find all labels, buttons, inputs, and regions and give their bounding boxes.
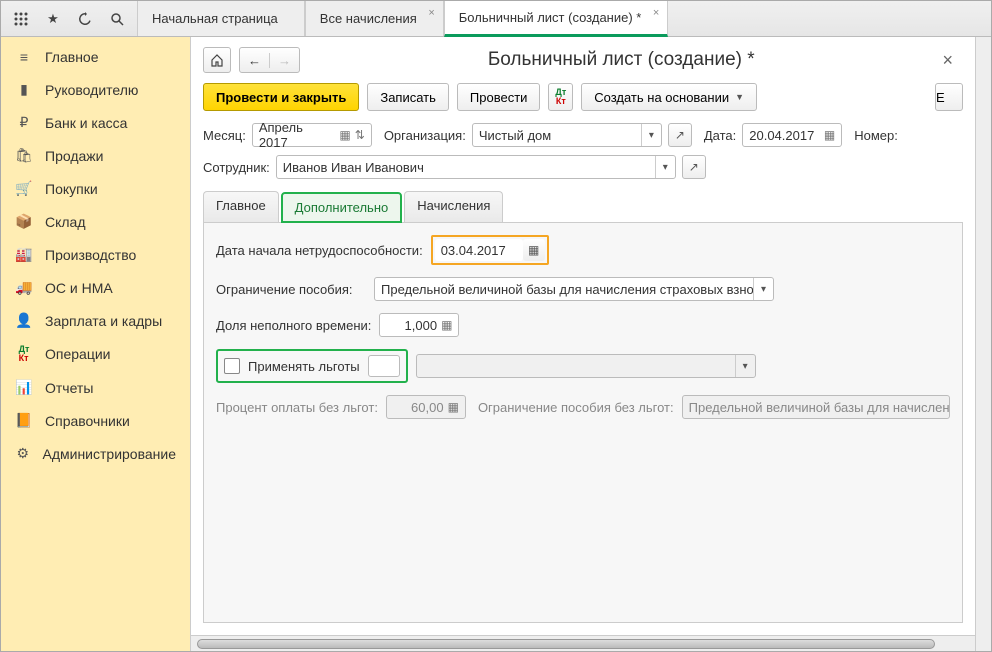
sidebar-item-bank[interactable]: ₽Банк и касса (1, 106, 190, 139)
calendar-icon[interactable]: ▦ (339, 128, 350, 142)
parttime-input[interactable]: 1,000▦ (379, 313, 459, 337)
factory-icon: 🏭 (15, 246, 33, 263)
sidebar-item-purchases[interactable]: 🛒Покупки (1, 172, 190, 205)
form-tabs: Главное Дополнительно Начисления (203, 191, 963, 223)
vertical-scrollbar[interactable] (975, 37, 991, 651)
number-label: Номер: (854, 128, 898, 143)
sidebar: ≡Главное ▮Руководителю ₽Банк и касса 🛍Пр… (1, 37, 191, 651)
close-icon[interactable]: × (428, 7, 434, 19)
benefit-code-input[interactable] (368, 355, 400, 377)
disability-start-label: Дата начала нетрудоспособности: (216, 243, 423, 258)
bag-icon: 🛍 (15, 147, 33, 164)
top-tab-bar: ★ Начальная страница Все начисления× Бол… (1, 1, 991, 37)
employee-input[interactable]: Иванов Иван Иванович▾ (276, 155, 676, 179)
person-icon: 👤 (15, 312, 33, 329)
truck-icon: 🚚 (15, 279, 33, 296)
disability-start-input[interactable]: 03.04.2017 (435, 239, 523, 261)
stepper-icon[interactable]: ⇅ (355, 128, 365, 142)
create-on-basis-button[interactable]: Создать на основании▼ (581, 83, 757, 111)
date-input[interactable]: 20.04.2017▦ (742, 123, 842, 147)
post-button[interactable]: Провести (457, 83, 541, 111)
sidebar-item-reports[interactable]: 📊Отчеты (1, 371, 190, 404)
paypct-input: 60,00▦ (386, 395, 466, 419)
apply-benefits-label: Применять льготы (248, 359, 360, 374)
open-org-button[interactable]: ↗ (668, 123, 692, 147)
more-button[interactable]: Е (935, 83, 963, 111)
tab-sick-leave[interactable]: Больничный лист (создание) *× (444, 1, 669, 37)
briefcase-icon: ▮ (15, 81, 33, 98)
horizontal-scrollbar[interactable] (191, 635, 975, 651)
book-icon: 📙 (15, 412, 33, 429)
ruble-icon: ₽ (15, 114, 33, 131)
chevron-down-icon[interactable]: ▾ (753, 278, 773, 300)
page-title: Больничный лист (создание) * (308, 49, 934, 71)
nav-back-forward[interactable]: ←→ (239, 47, 300, 73)
box-icon: 📦 (15, 213, 33, 230)
calculator-icon: ▦ (448, 400, 459, 414)
tab-home[interactable]: Начальная страница (137, 1, 305, 36)
date-label: Дата: (704, 128, 736, 143)
chevron-down-icon[interactable]: ▾ (641, 124, 661, 146)
employee-label: Сотрудник: (203, 160, 270, 175)
gear-icon: ⚙ (15, 445, 31, 462)
back-icon[interactable]: ← (240, 53, 270, 68)
tab-accruals[interactable]: Начисления (404, 191, 503, 222)
history-icon[interactable] (71, 5, 99, 33)
cart-icon: 🛒 (15, 180, 33, 197)
paypct-label: Процент оплаты без льгот: (216, 400, 378, 415)
sidebar-item-manager[interactable]: ▮Руководителю (1, 73, 190, 106)
sidebar-item-production[interactable]: 🏭Производство (1, 238, 190, 271)
post-and-close-button[interactable]: Провести и закрыть (203, 83, 359, 111)
sidebar-item-operations[interactable]: ДтКтОперации (1, 337, 190, 371)
calendar-icon[interactable]: ▦ (824, 128, 835, 142)
tab-main[interactable]: Главное (203, 191, 279, 222)
chart-icon: 📊 (15, 379, 33, 396)
sidebar-item-catalogs[interactable]: 📙Справочники (1, 404, 190, 437)
home-button[interactable] (203, 47, 231, 73)
favorite-icon[interactable]: ★ (39, 5, 67, 33)
form-body: Дата начала нетрудоспособности: 03.04.20… (203, 223, 963, 623)
benefit-limit-input[interactable]: Предельной величиной базы для начисления… (374, 277, 774, 301)
month-input[interactable]: Апрель 2017▦⇅ (252, 123, 372, 147)
sidebar-item-admin[interactable]: ⚙Администрирование (1, 437, 190, 470)
month-label: Месяц: (203, 128, 246, 143)
dtkt-button[interactable]: ДтКт (548, 83, 573, 111)
apply-benefits-checkbox[interactable] (224, 358, 240, 374)
open-employee-button[interactable]: ↗ (682, 155, 706, 179)
tab-all-accruals[interactable]: Все начисления× (305, 1, 444, 36)
parttime-label: Доля неполного времени: (216, 318, 371, 333)
sidebar-item-hr[interactable]: 👤Зарплата и кадры (1, 304, 190, 337)
benefit-select[interactable]: ▾ (416, 354, 756, 378)
sidebar-item-sales[interactable]: 🛍Продажи (1, 139, 190, 172)
forward-icon[interactable]: → (270, 53, 299, 68)
close-document-icon[interactable]: × (942, 50, 953, 71)
sidebar-item-assets[interactable]: 🚚ОС и НМА (1, 271, 190, 304)
menu-icon: ≡ (15, 49, 33, 65)
org-label: Организация: (384, 128, 466, 143)
search-icon[interactable] (103, 5, 131, 33)
calculator-icon[interactable]: ▦ (441, 318, 452, 332)
org-input[interactable]: Чистый дом▾ (472, 123, 662, 147)
limit2-input: Предельной величиной базы для начисления… (682, 395, 950, 419)
sidebar-item-main[interactable]: ≡Главное (1, 41, 190, 73)
tab-extra[interactable]: Дополнительно (281, 192, 403, 223)
close-icon[interactable]: × (653, 7, 659, 19)
chevron-down-icon[interactable]: ▾ (655, 156, 675, 178)
calendar-icon[interactable]: ▦ (523, 239, 545, 261)
sidebar-item-stock[interactable]: 📦Склад (1, 205, 190, 238)
limit2-label: Ограничение пособия без льгот: (478, 400, 674, 415)
apps-icon[interactable] (7, 5, 35, 33)
save-button[interactable]: Записать (367, 83, 449, 111)
chevron-down-icon[interactable]: ▾ (735, 355, 755, 377)
benefit-limit-label: Ограничение пособия: (216, 282, 366, 297)
dtkt-icon: ДтКт (15, 345, 33, 363)
document-toolbar: Провести и закрыть Записать Провести ДтК… (191, 73, 975, 119)
